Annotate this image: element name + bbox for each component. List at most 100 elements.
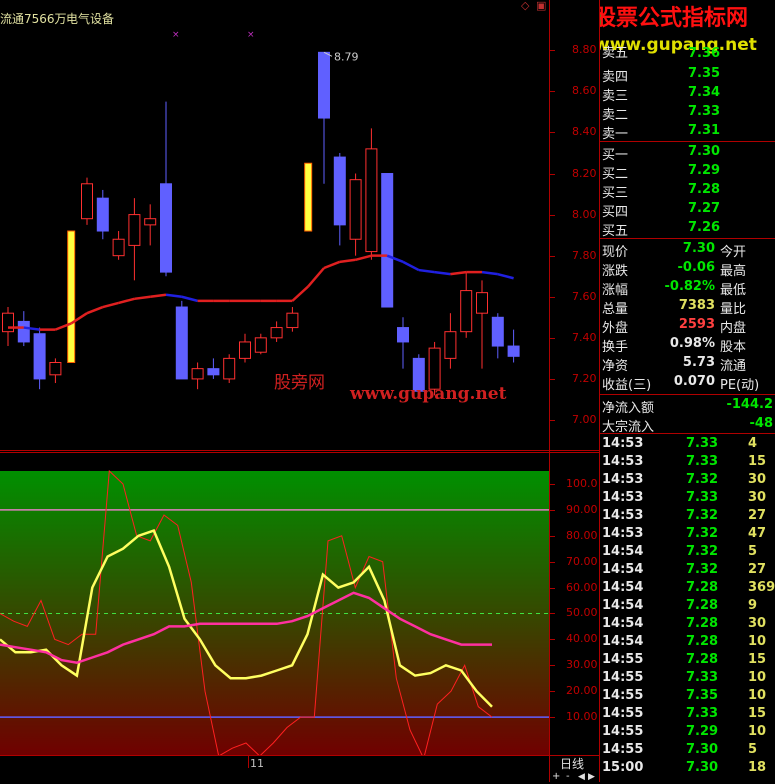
date-label: 11	[250, 757, 264, 770]
price-tick-mark	[550, 91, 555, 93]
indicator-tick-mark	[550, 717, 555, 719]
tick-price: 7.32	[686, 526, 719, 541]
candle-body	[223, 357, 236, 380]
tick-time: 14:55	[602, 742, 644, 757]
indicator-tick-mark	[550, 509, 555, 511]
candle-body	[239, 341, 251, 359]
event-marker: ×	[172, 30, 180, 40]
ma-segment	[339, 258, 356, 264]
stat-value: 5.73	[682, 355, 715, 370]
indicator-tick-mark	[550, 665, 555, 667]
candle-body	[381, 173, 394, 308]
tick-volume: 15	[748, 652, 767, 667]
indicator-panel[interactable]	[0, 453, 549, 755]
stat-value: -0.82%	[664, 279, 716, 294]
tick-row: 14:54 7.28 10	[600, 633, 775, 651]
tick-row: 14:55 7.29 10	[600, 723, 775, 741]
ob-divider	[600, 141, 775, 142]
tick-volume: 10	[748, 724, 767, 739]
tick-price: 7.35	[686, 688, 719, 703]
ma-segment	[307, 267, 325, 288]
stat-value: 7.30	[682, 241, 715, 256]
price-tick-label: 8.00	[572, 207, 597, 221]
orderbook-price: 7.33	[688, 104, 721, 119]
orderbook-buy-row: 买五 7.26	[600, 219, 775, 239]
tick-volume: 369	[748, 580, 775, 595]
tick-time: 14:54	[602, 580, 644, 595]
stat-label-2: 量比	[720, 302, 747, 317]
candle-body	[491, 316, 504, 347]
orderbook-price: 7.28	[688, 182, 721, 197]
stat-row: 总量 7383 量比	[600, 297, 775, 317]
price-axis: 8.80 8.60 8.40 8.20 8.00 7.80 7.60 7.40 7.20 7.00	[550, 0, 599, 450]
tick-volume: 10	[748, 688, 767, 703]
tick-time: 14:53	[602, 490, 644, 505]
tick-price: 7.28	[686, 616, 719, 631]
tick-row: 14:54 7.28 30	[600, 615, 775, 633]
orderbook-buy-row: 买三 7.28	[600, 181, 775, 201]
tick-time: 14:54	[602, 634, 644, 649]
ma-segment	[102, 301, 119, 309]
candle-body	[81, 183, 93, 220]
tick-time: 14:55	[602, 652, 644, 667]
tick-price: 7.33	[686, 436, 719, 451]
period-label[interactable]: 日线	[560, 757, 584, 771]
candle-body	[270, 327, 283, 339]
indicator-tick-mark	[550, 613, 555, 615]
stat-label: 净资	[602, 359, 629, 374]
flow-label: 净流入额	[602, 401, 655, 416]
tick-time: 14:55	[602, 688, 644, 703]
orderbook-sell-row: 卖一 7.31	[600, 122, 775, 142]
indicator-axis: 100.0 90.00 80.00 70.00 60.00 50.00 40.00 30.00…	[550, 453, 599, 755]
kline-chart-panel[interactable]: 流通7566万 电气设备 ◇ ▣ 8.79 × × 股旁网 www.gupang.n…	[0, 0, 549, 450]
price-tick-mark	[550, 378, 555, 380]
candle-body	[49, 361, 62, 376]
price-tick-label: 8.60	[572, 84, 597, 98]
stat-label: 现价	[602, 245, 629, 260]
ma-segment	[86, 305, 104, 315]
stat-label-2: 内盘	[720, 321, 747, 336]
ma-segment	[402, 260, 420, 272]
tick-row: 14:53 7.33 30	[600, 489, 775, 507]
stat-label-2: 股本	[720, 340, 747, 355]
tick-row: 14:53 7.33 15	[600, 453, 775, 471]
candle-body	[476, 292, 488, 314]
indicator-tick-label: 40.00	[566, 632, 598, 646]
tick-price: 7.28	[686, 652, 719, 667]
tick-volume: 4	[748, 436, 758, 451]
period-box[interactable]: 日线 + - ◀ ▶	[550, 756, 599, 782]
orderbook-buy-row: 买四 7.27	[600, 200, 775, 220]
tick-row: 14:53 7.32 47	[600, 525, 775, 543]
price-tick-label: 8.80	[572, 43, 597, 57]
tick-row: 14:54 7.32 27	[600, 561, 775, 579]
ma-segment	[134, 295, 151, 301]
candle-body	[365, 148, 378, 253]
indicator-svg	[0, 469, 549, 755]
orderbook-sell-row: 卖四 7.35	[600, 65, 775, 85]
tick-volume: 27	[748, 562, 767, 577]
stat-value: -0.06	[677, 260, 715, 275]
candle-body	[207, 368, 220, 376]
chart-watermark-url: www.gupang.net	[350, 384, 507, 404]
ma-segment	[291, 285, 310, 302]
stat-row: 涨幅 -0.82% 最低	[600, 278, 775, 298]
stat-label-2: PE(动)	[720, 378, 760, 393]
price-tick-mark	[550, 173, 555, 175]
tick-row: 14:53 7.32 27	[600, 507, 775, 525]
event-marker: ×	[247, 30, 255, 40]
stat-row: 外盘 2593 内盘	[600, 316, 775, 336]
indicator-tick-label: 70.00	[566, 554, 598, 568]
candle-body	[318, 51, 330, 119]
tick-volume: 10	[748, 670, 767, 685]
flow-value: -144.2	[726, 397, 773, 412]
ma-segment	[165, 293, 182, 298]
candle-body	[349, 179, 362, 240]
orderbook-buy-row: 买二 7.29	[600, 162, 775, 182]
ma-segment	[355, 254, 372, 261]
tick-volume: 47	[748, 526, 767, 541]
tick-time: 14:54	[602, 544, 644, 559]
candle-body	[444, 331, 457, 359]
price-tick-label: 7.00	[572, 413, 597, 426]
flows-divider	[600, 433, 775, 434]
price-tick-label: 7.40	[572, 330, 597, 344]
